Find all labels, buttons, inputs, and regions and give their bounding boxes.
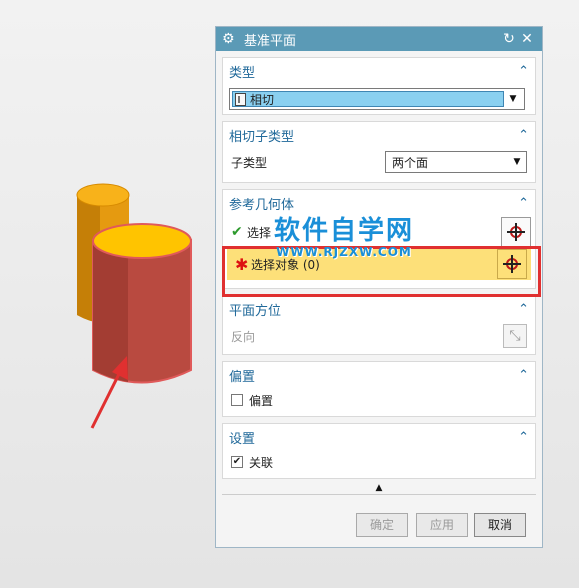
cancel-button[interactable]: 取消 (474, 513, 526, 537)
collapse-icon[interactable]: ⌃ (518, 64, 529, 79)
section-settings: 设置 ⌃ ✔ 关联 (222, 423, 536, 479)
tangent-type-icon (235, 92, 246, 106)
section-offset-header: 偏置 (229, 369, 256, 385)
chevron-down-icon[interactable]: ▼ (508, 157, 526, 167)
reverse-direction-icon: ⤡ (509, 328, 521, 344)
apply-button[interactable]: 应用 (416, 513, 468, 537)
dialog-titlebar: ⚙ 基准平面 ↻ ✕ (216, 27, 542, 51)
offset-checkbox-label: 偏置 (249, 393, 274, 408)
type-dropdown[interactable]: 相切 ▼ (229, 88, 525, 110)
crosshair-icon (507, 223, 525, 241)
watermark-url: WWW.RJZXW.COM (276, 245, 412, 259)
associative-checkbox-label: 关联 (249, 455, 274, 470)
dialog-title: 基准平面 (244, 33, 297, 49)
section-type: 类型 ⌃ 相切 ▼ (222, 57, 536, 115)
collapse-icon[interactable]: ⌃ (518, 368, 529, 383)
ok-button[interactable]: 确定 (356, 513, 408, 537)
type-selected-value: 相切 (250, 92, 275, 107)
section-subtype: 相切子类型 ⌃ 子类型 两个面 ▼ (222, 121, 536, 183)
red-cylinder[interactable] (92, 223, 192, 384)
associative-checkbox[interactable]: ✔ (231, 456, 243, 468)
section-plane-orientation: 平面方位 ⌃ 反向 ⤡ (222, 295, 536, 355)
select-object-1-button[interactable] (501, 217, 531, 247)
collapse-icon[interactable]: ⌃ (518, 128, 529, 143)
section-offset: 偏置 ⌃ 偏置 (222, 361, 536, 417)
checkmark-icon: ✔ (231, 224, 243, 240)
watermark-title: 软件自学网 (274, 216, 415, 246)
offset-checkbox[interactable] (231, 394, 243, 406)
reverse-label: 反向 (231, 329, 256, 344)
reset-icon[interactable]: ↻ (500, 31, 518, 47)
section-subtype-header: 相切子类型 (229, 129, 295, 145)
close-icon[interactable]: ✕ (518, 31, 536, 47)
collapse-icon[interactable]: ⌃ (518, 302, 529, 317)
subtype-dropdown[interactable]: 两个面 ▼ (385, 151, 527, 173)
watermark: 软件自学网 WWW.RJZXW.COM (274, 210, 414, 259)
select-object-1-label: 选择 (247, 225, 272, 240)
collapse-icon[interactable]: ⌃ (518, 196, 529, 211)
gear-icon: ⚙ (222, 31, 235, 47)
chevron-down-icon[interactable]: ▼ (504, 94, 522, 104)
subtype-selected-value: 两个面 (392, 155, 429, 170)
collapse-icon[interactable]: ⌃ (518, 430, 529, 445)
reverse-direction-button[interactable]: ⤡ (503, 324, 527, 348)
more-toggle[interactable]: ▲ (222, 483, 536, 495)
section-orient-header: 平面方位 (229, 303, 282, 319)
section-settings-header: 设置 (229, 431, 256, 447)
subtype-label: 子类型 (231, 155, 268, 170)
section-type-header: 类型 (229, 65, 256, 81)
